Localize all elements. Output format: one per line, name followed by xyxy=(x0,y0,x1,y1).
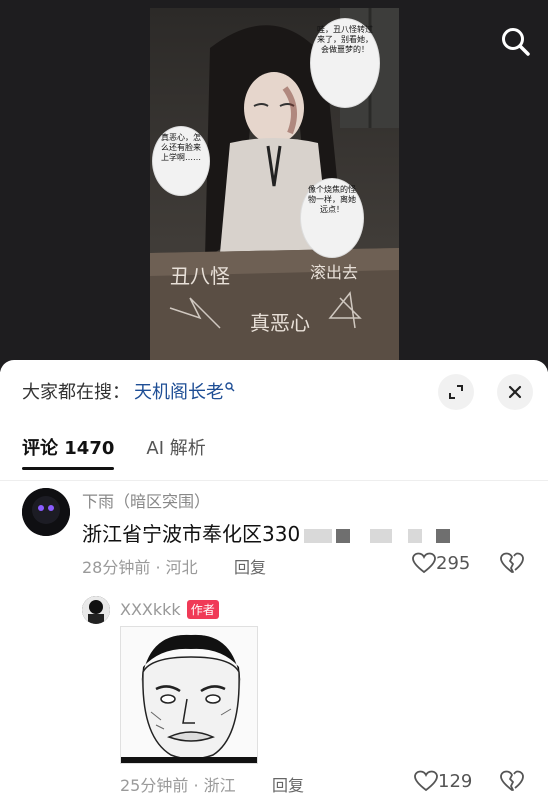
redacted-block xyxy=(336,528,351,543)
comment-time-location: 28分钟前 · 河北 xyxy=(82,558,198,577)
redacted-block xyxy=(436,528,451,543)
divider xyxy=(0,480,548,481)
comment-time-location: 25分钟前 · 浙江 xyxy=(120,776,236,795)
desk-text: 滚出去 xyxy=(310,263,358,282)
comment-tabs: 评论 1470 AI 解析 xyxy=(22,434,206,470)
heart-icon xyxy=(414,770,438,792)
expand-button[interactable] xyxy=(438,374,474,410)
manga-face-image xyxy=(121,627,257,763)
like-count: 295 xyxy=(436,552,471,574)
comment-image[interactable] xyxy=(120,626,258,764)
search-icon xyxy=(502,28,530,56)
dislike-button[interactable] xyxy=(500,770,524,796)
broken-heart-icon xyxy=(500,770,524,791)
search-button[interactable] xyxy=(498,24,534,60)
desk-text: 真恶心 xyxy=(250,311,310,335)
speech-bubble: 真恶心，怎么还有脸来上学啊…… xyxy=(152,126,210,196)
video-area[interactable]: 丑八怪 滚出去 真恶心 哇，丑八怪转过来了，别看她，会做噩梦的！ 真恶心，怎么还… xyxy=(0,0,548,372)
speech-bubble: 哇，丑八怪转过来了，别看她，会做噩梦的！ xyxy=(310,18,380,108)
reply-button[interactable]: 回复 xyxy=(272,772,304,796)
avatar[interactable] xyxy=(82,596,110,624)
comment-sheet: 大家都在搜： 天机阁长老 评论 1470 AI 解析 下雨（暗区突围） 浙江省宁 xyxy=(0,360,548,800)
expand-icon xyxy=(449,385,463,399)
search-small-icon xyxy=(225,381,235,395)
reply-button[interactable]: 回复 xyxy=(234,554,266,578)
speech-bubble: 像个烧焦的怪物一样，离她远点！ xyxy=(300,178,364,258)
hot-search-bar[interactable]: 大家都在搜： 天机阁长老 xyxy=(22,378,235,404)
comment-username[interactable]: 下雨（暗区突围） xyxy=(82,488,210,512)
close-icon xyxy=(508,385,522,399)
comment-username-row: XXXkkk 作者 xyxy=(120,600,219,619)
comment-username[interactable]: XXXkkk xyxy=(120,600,181,619)
avatar[interactable] xyxy=(22,488,70,536)
close-button[interactable] xyxy=(497,374,533,410)
tab-ai-analysis[interactable]: AI 解析 xyxy=(146,434,205,470)
broken-heart-icon xyxy=(500,552,524,573)
hot-search-term[interactable]: 天机阁长老 xyxy=(134,378,224,404)
heart-icon xyxy=(412,552,436,574)
tab-comments[interactable]: 评论 1470 xyxy=(22,434,115,470)
hot-search-prefix: 大家都在搜： xyxy=(22,382,130,403)
like-button[interactable]: 129 xyxy=(414,770,472,792)
comment-text: 浙江省宁波市奉化区330 xyxy=(82,518,451,547)
like-count: 129 xyxy=(438,770,473,792)
redacted-block xyxy=(370,528,393,543)
redacted-block xyxy=(408,528,423,543)
author-badge: 作者 xyxy=(186,600,219,619)
video-artwork: 丑八怪 滚出去 真恶心 哇，丑八怪转过来了，别看她，会做噩梦的！ 真恶心，怎么还… xyxy=(150,8,399,363)
desk-text: 丑八怪 xyxy=(170,264,230,288)
dislike-button[interactable] xyxy=(500,552,524,578)
comment-text-content: 浙江省宁波市奉化区330 xyxy=(82,522,301,546)
like-button[interactable]: 295 xyxy=(412,552,470,574)
redacted-block xyxy=(304,528,333,543)
